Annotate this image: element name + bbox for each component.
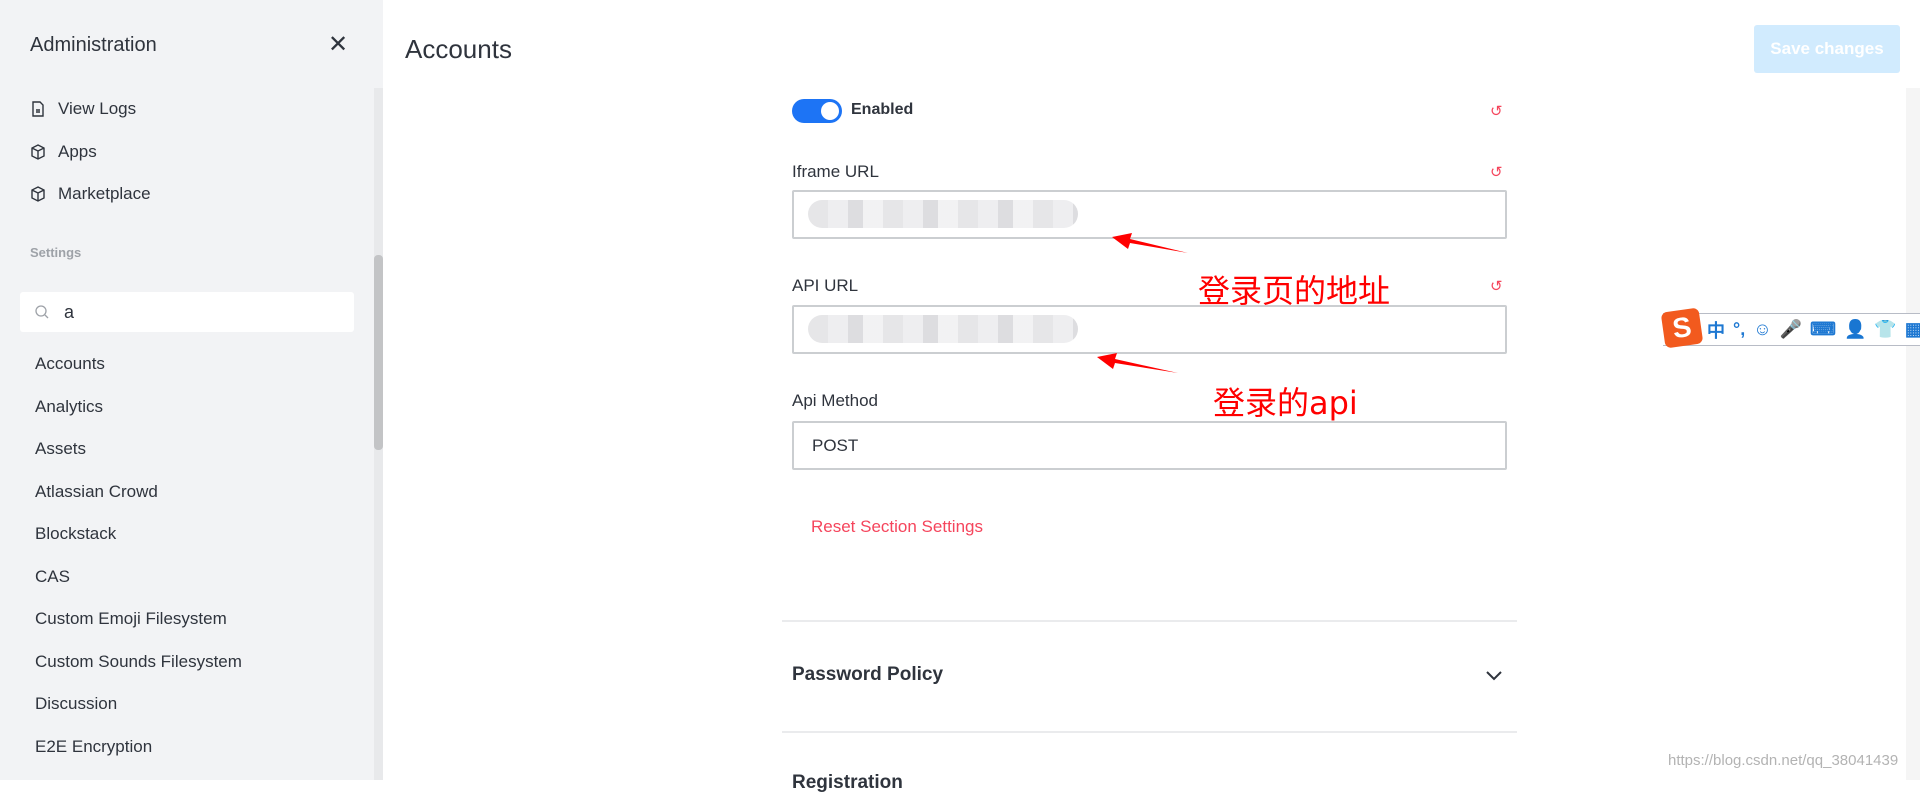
grid-icon[interactable]: ▦ (1905, 319, 1920, 340)
emoji-icon[interactable]: ☺ (1753, 319, 1771, 340)
search-icon (35, 305, 49, 319)
admin-sidebar: Administration ✕ View Logs Apps Marketpl… (0, 0, 383, 780)
sidebar-item-marketplace[interactable]: Marketplace (30, 184, 151, 204)
chevron-down-icon[interactable] (1484, 665, 1504, 685)
enabled-label: Enabled (851, 101, 914, 118)
sidebar-title: Administration (30, 34, 157, 56)
enabled-toggle[interactable] (792, 99, 842, 123)
divider (782, 620, 1517, 622)
settings-item-assets[interactable]: Assets (35, 439, 86, 459)
annotation-api: 登录的api (1213, 384, 1358, 422)
cube-icon (31, 186, 45, 202)
sidebar-item-label: View Logs (58, 99, 137, 118)
section-password-policy[interactable]: Password Policy (792, 664, 943, 686)
save-changes-button[interactable]: Save changes (1754, 25, 1900, 73)
redacted-value (808, 200, 1078, 228)
sidebar-item-apps[interactable]: Apps (30, 142, 97, 162)
close-icon[interactable]: ✕ (328, 30, 348, 59)
sidebar-item-label: Apps (58, 142, 97, 161)
settings-item-analytics[interactable]: Analytics (35, 397, 103, 417)
section-registration[interactable]: Registration (792, 772, 903, 794)
settings-item-accounts[interactable]: Accounts (35, 354, 105, 374)
settings-item-blockstack[interactable]: Blockstack (35, 524, 116, 544)
user-icon[interactable]: 👤 (1844, 319, 1866, 340)
settings-item-discussion[interactable]: Discussion (35, 694, 117, 714)
main-scrollbar[interactable] (1906, 88, 1920, 780)
page-title: Accounts (405, 34, 512, 64)
watermark: https://blog.csdn.net/qq_38041439 (1668, 752, 1899, 769)
annotation-arrow-icon (1097, 353, 1178, 373)
reset-section-button[interactable]: Reset Section Settings (811, 517, 983, 537)
iframe-url-label: Iframe URL (792, 162, 879, 181)
reset-icon[interactable]: ↺ (1490, 277, 1503, 295)
divider (782, 731, 1517, 733)
settings-item-custom-sounds[interactable]: Custom Sounds Filesystem (35, 652, 242, 672)
api-method-value: POST (812, 435, 859, 455)
sidebar-item-label: Marketplace (58, 184, 151, 203)
microphone-icon[interactable]: 🎤 (1780, 319, 1802, 340)
ime-punctuation[interactable]: °, (1733, 319, 1745, 340)
skin-icon[interactable]: 👕 (1874, 319, 1896, 340)
file-icon (32, 101, 44, 117)
redacted-value (808, 315, 1078, 343)
annotation-arrow-icon (1112, 233, 1188, 253)
settings-item-cas[interactable]: CAS (35, 567, 70, 587)
keyboard-icon[interactable]: ⌨ (1810, 319, 1836, 340)
search-value: a (64, 301, 75, 322)
settings-item-custom-emoji[interactable]: Custom Emoji Filesystem (35, 609, 227, 629)
api-method-input[interactable]: POST (792, 421, 1507, 470)
api-method-label: Api Method (792, 391, 878, 410)
cube-icon (31, 144, 45, 160)
sidebar-item-view-logs[interactable]: View Logs (30, 99, 136, 119)
reset-icon[interactable]: ↺ (1490, 102, 1503, 120)
reset-icon[interactable]: ↺ (1490, 163, 1503, 181)
settings-search-input[interactable]: a (20, 292, 354, 332)
sidebar-scrollbar-thumb[interactable] (374, 255, 383, 450)
ime-chinese-mode[interactable]: 中 (1707, 317, 1725, 343)
settings-item-e2e[interactable]: E2E Encryption (35, 737, 152, 757)
settings-heading: Settings (30, 245, 82, 260)
sogou-logo: S (1660, 307, 1704, 349)
ime-toolbar: S 中 °, ☺ 🎤 ⌨ 👤 👕 ▦ (1660, 307, 1920, 349)
api-url-label: API URL (792, 276, 859, 295)
annotation-iframe: 登录页的地址 (1198, 272, 1391, 310)
settings-item-atlassian-crowd[interactable]: Atlassian Crowd (35, 482, 158, 502)
